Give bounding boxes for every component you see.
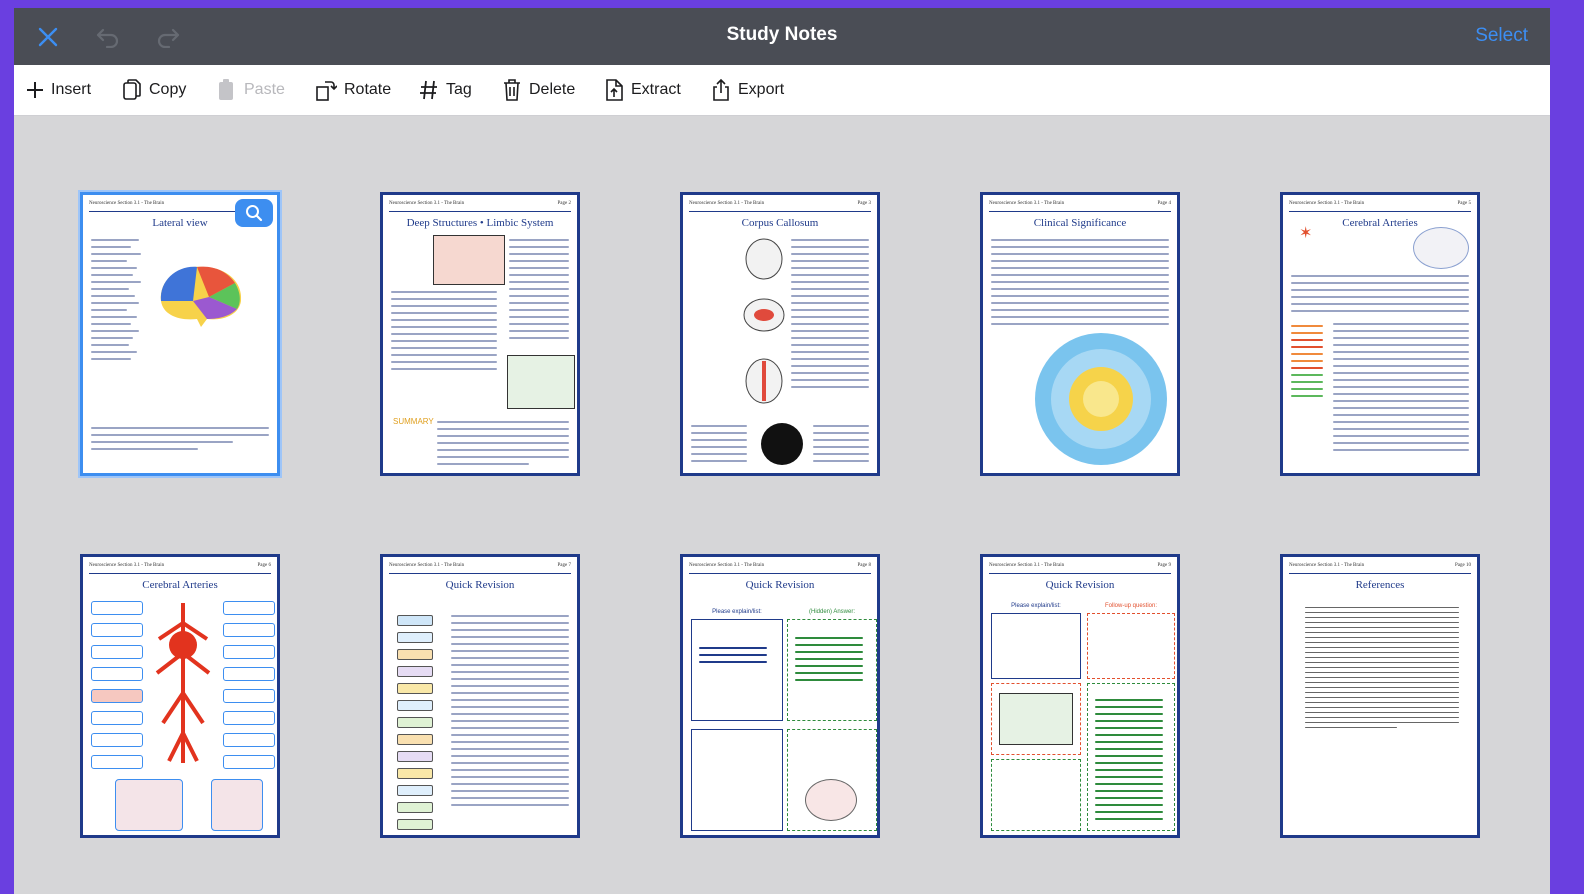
paste-label: Paste: [244, 81, 285, 98]
concentric-diagram: [1035, 333, 1167, 465]
page-thumbnail[interactable]: Neuroscience Section 3.1 - The Brain Lat…: [80, 192, 280, 476]
copy-label: Copy: [149, 81, 187, 98]
page-title: Corpus Callosum: [741, 217, 819, 229]
term-boxes: [397, 615, 433, 830]
select-button[interactable]: Select: [1475, 25, 1528, 47]
page-header: Neuroscience Section 3.1 - The Brain Page…: [389, 563, 571, 574]
brain-sketches: [743, 238, 785, 404]
summary-label: SUMMARY: [393, 417, 434, 426]
answer-box: [991, 759, 1081, 831]
export-button[interactable]: Export: [711, 77, 784, 103]
delete-label: Delete: [529, 81, 576, 98]
rotate-icon: [316, 81, 337, 101]
page-title: Clinical Significance: [1033, 217, 1127, 229]
question-box: [691, 729, 783, 831]
export-label: Export: [738, 81, 785, 98]
paste-button[interactable]: Paste: [217, 77, 285, 103]
page-header: Neuroscience Section 3.1 - The Brain Page…: [89, 563, 271, 574]
insert-label: Insert: [51, 81, 92, 98]
question-box: [991, 613, 1081, 679]
label-boxes: [223, 601, 275, 781]
page-thumbnail[interactable]: Neuroscience Section 3.1 - The Brain Page…: [380, 554, 580, 838]
diagram-image: [999, 693, 1073, 745]
page-header: Neuroscience Section 3.1 - The Brain Page…: [989, 563, 1171, 574]
page-thumbnail[interactable]: Neuroscience Section 3.1 - The Brain Page…: [680, 192, 880, 476]
followup-label: Follow-up question:: [1104, 603, 1158, 609]
scan-image: [115, 779, 183, 831]
delete-button[interactable]: Delete: [502, 77, 575, 103]
plus-icon: [27, 82, 43, 98]
toolbar: Insert Copy Paste Rotate Tag Delete Extr…: [14, 65, 1550, 116]
page-title: Deep Structures • Limbic System: [406, 217, 554, 229]
tag-button[interactable]: Tag: [419, 77, 472, 103]
extract-label: Extract: [631, 81, 681, 98]
brain-sketch: [1413, 227, 1469, 269]
question-label: Please explain/list:: [712, 609, 762, 615]
rotate-button[interactable]: Rotate: [315, 77, 391, 103]
rotate-label: Rotate: [344, 81, 392, 98]
star-icon: ✶: [1299, 225, 1313, 242]
page-header: Neuroscience Section 3.1 - The Brain Page…: [689, 201, 871, 212]
title-bar: Study Notes Select: [14, 8, 1550, 65]
brain-scan-image: [761, 423, 803, 465]
diagram-image: [507, 355, 575, 409]
question-label: Please explain/list:: [1011, 603, 1061, 609]
brain-illustration: [160, 266, 242, 327]
paste-icon: [219, 79, 233, 100]
share-icon: [713, 78, 729, 101]
tag-label: Tag: [446, 81, 472, 98]
page-thumbnail[interactable]: Neuroscience Section 3.1 - The Brain Page…: [80, 554, 280, 838]
page-title: Quick Revision: [745, 579, 815, 591]
copy-icon: [123, 79, 141, 100]
question-box: [691, 619, 783, 721]
artery-diagram: [155, 603, 211, 763]
page-title: Quick Revision: [1045, 579, 1115, 591]
answer-label: (Hidden) Answer:: [808, 609, 856, 615]
insert-button[interactable]: Insert: [26, 77, 91, 103]
page-header: Neuroscience Section 3.1 - The Brain Page…: [1289, 563, 1471, 574]
label-boxes: [91, 601, 143, 781]
page-title: Quick Revision: [445, 579, 515, 591]
hashtag-icon: [420, 80, 437, 100]
page-header: Neuroscience Section 3.1 - The Brain Page…: [689, 563, 871, 574]
page-title: References: [1355, 579, 1405, 591]
page-thumbnail[interactable]: Neuroscience Section 3.1 - The Brain Page…: [1280, 554, 1480, 838]
page-thumbnail[interactable]: Neuroscience Section 3.1 - The Brain Page…: [380, 192, 580, 476]
copy-button[interactable]: Copy: [122, 77, 186, 103]
extract-icon: [606, 79, 623, 101]
page-title: Cerebral Arteries: [142, 579, 218, 591]
zoom-button[interactable]: [235, 199, 273, 227]
diagram-image: [433, 235, 505, 285]
page-thumbnail[interactable]: Neuroscience Section 3.1 - The Brain Page…: [980, 192, 1180, 476]
page-thumbnail[interactable]: Neuroscience Section 3.1 - The Brain Page…: [980, 554, 1180, 838]
extract-button[interactable]: Extract: [604, 77, 681, 103]
trash-icon: [504, 79, 520, 101]
page-header: Neuroscience Section 3.1 - The Brain Page…: [389, 201, 571, 212]
search-icon: [246, 205, 263, 222]
app-window: Study Notes Select Insert Copy Paste Rot…: [14, 8, 1550, 894]
page-header: Neuroscience Section 3.1 - The Brain Page…: [989, 201, 1171, 212]
window-title: Study Notes: [726, 24, 838, 45]
page-header: Neuroscience Section 3.1 - The Brain Page…: [1289, 201, 1471, 212]
scan-image: [211, 779, 263, 831]
page-grid: Neuroscience Section 3.1 - The Brain Lat…: [14, 116, 1550, 894]
followup-box: [1087, 613, 1175, 679]
brain-sketch: [805, 779, 857, 821]
page-thumbnail[interactable]: Neuroscience Section 3.1 - The Brain Page…: [680, 554, 880, 838]
page-thumbnail[interactable]: Neuroscience Section 3.1 - The Brain Page…: [1280, 192, 1480, 476]
